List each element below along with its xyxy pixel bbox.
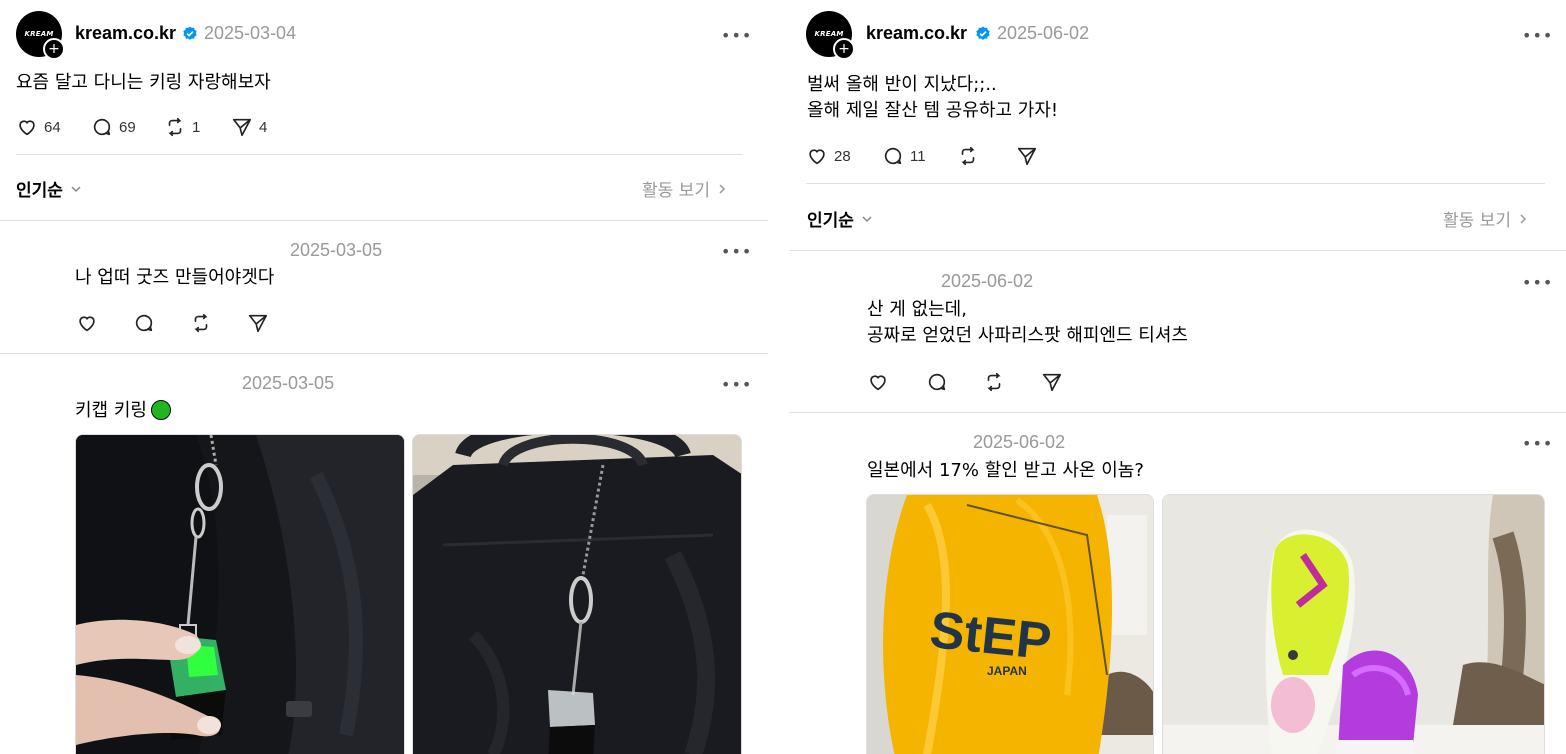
heart-icon <box>19 120 35 136</box>
verified-badge-icon <box>183 26 197 40</box>
more-options-icon[interactable]: ••• <box>1522 28 1553 44</box>
repost-count: 1 <box>192 118 201 136</box>
reply-photo[interactable]: StEP JAPAN <box>866 494 1154 754</box>
repost-icon <box>168 117 182 137</box>
sort-dropdown[interactable]: 인기순 <box>16 176 83 201</box>
comment-icon <box>884 147 902 165</box>
reply-text-row: 키캡 키링 <box>75 398 171 424</box>
chevron-down-icon <box>862 215 872 222</box>
more-options-icon[interactable]: ••• <box>721 28 752 44</box>
post-text-line2: 올해 제일 잘산 템 공유하고 가자! <box>807 100 1059 121</box>
reply-text: 나 업떠 굿즈 만들어야겟다 <box>75 267 275 288</box>
bag-keychain-photo <box>413 435 741 754</box>
reply-photo[interactable] <box>412 434 742 754</box>
comment-icon[interactable] <box>926 371 948 393</box>
comment-icon[interactable] <box>133 312 155 334</box>
reply-date: 2025-03-05 <box>290 240 383 260</box>
more-options-icon[interactable]: ••• <box>1522 436 1553 452</box>
repost-icon[interactable] <box>190 312 212 334</box>
heart-icon[interactable] <box>76 312 98 334</box>
share-count: 4 <box>259 118 268 136</box>
send-icon <box>232 118 252 137</box>
share-button[interactable]: 4 <box>231 116 267 138</box>
thread-right: KREAM + kream.co.kr 2025-06-02 ••• 벌써 올해… <box>789 0 1566 754</box>
green-circle-emoji <box>150 400 171 420</box>
chevron-right-icon <box>1520 213 1527 224</box>
avatar-logo: KREAM <box>24 30 54 38</box>
repost-icon[interactable] <box>983 371 1005 393</box>
chevron-right-icon <box>719 183 726 194</box>
verified-badge-icon <box>976 26 990 40</box>
repost-button[interactable]: 1 <box>164 116 200 138</box>
more-options-icon[interactable]: ••• <box>1522 275 1553 291</box>
comment-button[interactable]: 11 <box>882 145 926 167</box>
comment-button[interactable]: 69 <box>91 116 136 138</box>
send-icon[interactable] <box>247 312 269 334</box>
activity-label: 활동 보기 <box>1443 211 1511 231</box>
chevron-down-icon <box>71 185 81 192</box>
sneakers-photo <box>1163 495 1544 754</box>
follow-plus-icon[interactable]: + <box>43 38 65 60</box>
shopping-bag-photo: StEP JAPAN <box>867 495 1153 754</box>
repost-button[interactable] <box>957 145 979 167</box>
like-button[interactable]: 64 <box>16 116 61 138</box>
reply-date: 2025-06-02 <box>941 271 1034 291</box>
username[interactable]: kream.co.kr <box>866 23 967 44</box>
post-text: 요즘 달고 다니는 키링 자랑해보자 <box>16 72 271 93</box>
bag-sub-text: JAPAN <box>987 664 1027 678</box>
like-count: 64 <box>44 118 61 136</box>
reply-date: 2025-06-02 <box>973 432 1066 452</box>
send-icon[interactable] <box>1041 371 1063 393</box>
avatar-logo: KREAM <box>814 30 844 38</box>
view-activity-link[interactable]: 활동 보기 <box>642 176 728 201</box>
reply-text: 일본에서 17% 할인 받고 사온 이놈? <box>867 460 1144 481</box>
repost-icon <box>961 146 975 166</box>
send-icon <box>1017 147 1037 166</box>
divider <box>0 353 768 354</box>
divider <box>0 220 768 221</box>
like-count: 28 <box>834 147 851 165</box>
reply-date: 2025-03-05 <box>242 373 335 393</box>
thread-left: KREAM + kream.co.kr 2025-03-04 ••• 요즘 달고… <box>0 0 768 754</box>
reply-photo[interactable] <box>75 434 405 754</box>
comment-count: 69 <box>119 118 136 136</box>
comment-count: 11 <box>910 147 926 165</box>
divider <box>789 412 1566 413</box>
reply-text-line1: 산 게 없는데, <box>867 299 967 320</box>
reply-text: 키캡 키링 <box>75 400 147 421</box>
avatar[interactable]: KREAM + <box>806 11 855 60</box>
username[interactable]: kream.co.kr <box>75 23 176 44</box>
sort-dropdown[interactable]: 인기순 <box>807 206 874 231</box>
heart-icon[interactable] <box>867 371 889 393</box>
more-options-icon[interactable]: ••• <box>721 244 752 260</box>
activity-label: 활동 보기 <box>642 181 710 201</box>
reply-text-line2: 공짜로 얻었던 사파리스팟 해피엔드 티셔츠 <box>867 325 1188 346</box>
avatar[interactable]: KREAM + <box>16 11 65 60</box>
sort-label: 인기순 <box>16 181 63 201</box>
post-date: 2025-06-02 <box>997 23 1090 43</box>
heart-icon <box>809 149 825 165</box>
comment-icon <box>93 118 111 136</box>
reply-photo[interactable] <box>1162 494 1545 754</box>
divider <box>789 250 1566 251</box>
post-date: 2025-03-04 <box>204 23 297 43</box>
follow-plus-icon[interactable]: + <box>833 38 855 60</box>
more-options-icon[interactable]: ••• <box>721 377 752 393</box>
like-button[interactable]: 28 <box>806 145 851 167</box>
sort-label: 인기순 <box>807 211 854 231</box>
view-activity-link[interactable]: 활동 보기 <box>1443 206 1529 231</box>
divider <box>16 154 742 155</box>
share-button[interactable] <box>1016 145 1038 167</box>
post-text-line1: 벌써 올해 반이 지났다;;.. <box>807 74 997 95</box>
keycap-keychain-photo <box>76 435 404 754</box>
divider <box>806 183 1545 184</box>
